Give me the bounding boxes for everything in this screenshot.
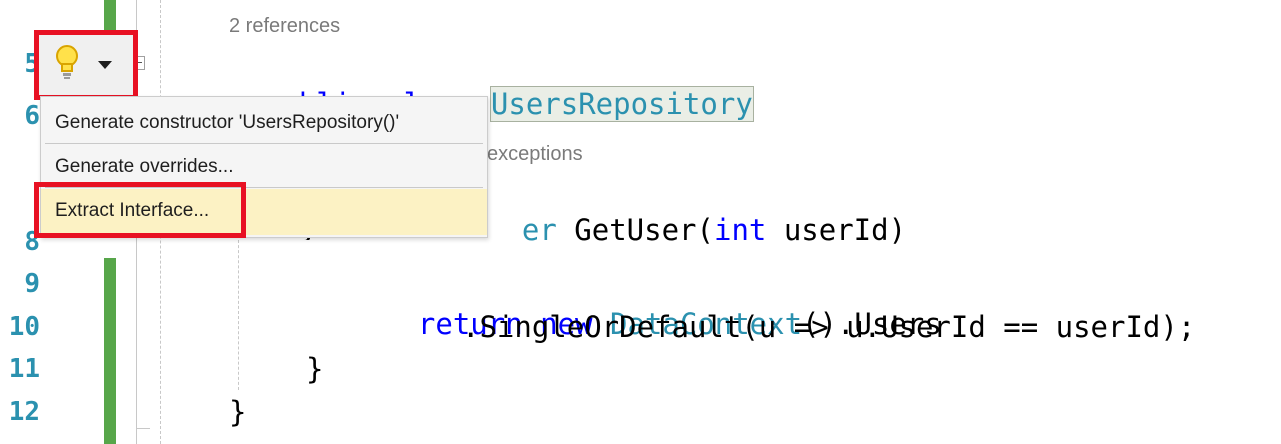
- outline-end: [136, 428, 150, 429]
- codelens-exceptions[interactable]: exceptions: [487, 142, 583, 166]
- indent-guide-2: [238, 240, 239, 390]
- code-line-11: }: [306, 352, 324, 386]
- code-line-7: er GetUser(int userId): [487, 170, 906, 250]
- extract-interface-highlight-box: [34, 182, 246, 238]
- line-number-12: 12: [8, 397, 40, 427]
- change-bar-bottom: [104, 258, 116, 444]
- menu-separator: [45, 143, 483, 144]
- code-line-12: }: [229, 395, 247, 429]
- line-number-9: 9: [24, 269, 40, 299]
- method-signature: GetUser(: [556, 213, 714, 247]
- line-number-11: 11: [8, 354, 40, 384]
- menu-item-generate-constructor[interactable]: Generate constructor 'UsersRepository()': [41, 101, 487, 145]
- keyword-int: int: [713, 213, 767, 247]
- lightbulb-highlight-box: [34, 30, 138, 100]
- line-number-6: 6: [24, 101, 40, 131]
- class-name-highlight[interactable]: UsersRepository: [489, 86, 754, 122]
- method-params: userId): [766, 213, 907, 247]
- return-type-fragment: er: [521, 213, 557, 247]
- code-line-10: .SingleOrDefault(u => u.UserId == userId…: [462, 310, 1196, 344]
- codelens-references[interactable]: 2 references: [229, 14, 340, 38]
- change-bar-top: [104, 0, 116, 34]
- line-number-10: 10: [8, 312, 40, 342]
